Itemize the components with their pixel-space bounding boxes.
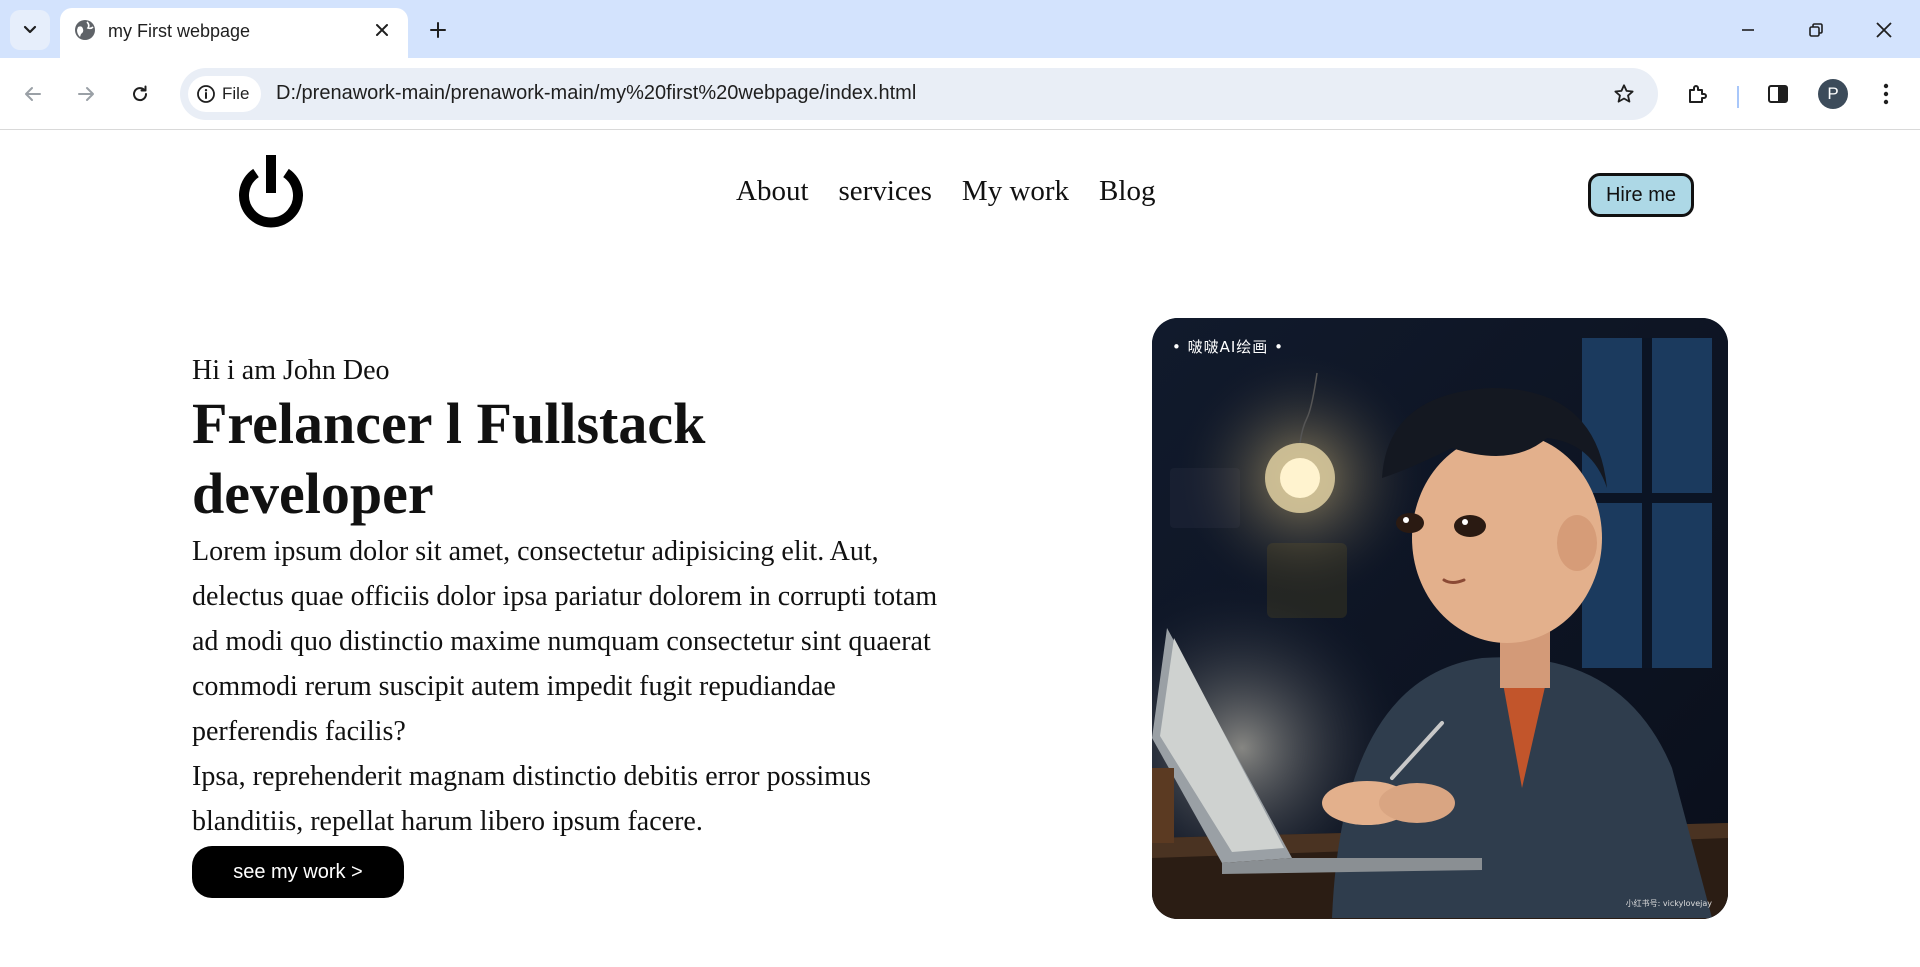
intro-paragraph-2: Ipsa, reprehenderit magnam distinctio de… (192, 761, 871, 837)
bookmark-button[interactable] (1604, 74, 1644, 114)
tab-title: my First webpage (108, 21, 251, 41)
nav-link-about[interactable]: About (736, 175, 809, 208)
see-my-work-button[interactable]: see my work > (192, 846, 404, 898)
nav-link-blog[interactable]: Blog (1099, 175, 1155, 208)
intro-paragraph: Lorem ipsum dolor sit amet, consectetur … (192, 536, 938, 747)
url-text[interactable]: D:/prenawork-main/prenawork-main/my%20fi… (276, 82, 916, 105)
more-vert-icon (1883, 83, 1889, 105)
nav-link-my-work[interactable]: My work (962, 175, 1069, 208)
minimize-button[interactable] (1726, 8, 1770, 52)
star-icon (1614, 84, 1634, 103)
restore-icon (1809, 23, 1823, 37)
image-watermark-credit: 小红书号: vickylovejay (1625, 899, 1712, 908)
restore-button[interactable] (1794, 8, 1838, 52)
tab-strip: my First webpage (0, 0, 1920, 58)
forward-button[interactable] (66, 74, 106, 114)
new-tab-button[interactable] (420, 12, 456, 48)
extensions-button[interactable] (1678, 74, 1718, 114)
power-icon (239, 155, 303, 228)
tab-close-button[interactable] (370, 18, 394, 42)
nav-link-services[interactable]: services (839, 175, 932, 208)
boy-at-laptop-illustration (1152, 318, 1728, 919)
back-arrow-icon (25, 87, 41, 101)
reload-button[interactable] (120, 74, 160, 114)
site-info-chip[interactable]: File (188, 76, 262, 112)
tab-search-icon (23, 25, 37, 34)
web-page: About services My work Blog Hire me Hi i… (0, 131, 1920, 967)
info-icon (197, 85, 215, 103)
profile-avatar[interactable]: P (1818, 79, 1848, 109)
back-button[interactable] (13, 74, 53, 114)
headline: Frelancer l Fullstack developer (192, 391, 706, 526)
side-panel-button[interactable] (1758, 74, 1798, 114)
minimize-icon (1742, 29, 1754, 31)
reload-icon (133, 85, 148, 102)
browser-toolbar: File D:/prenawork-main/prenawork-main/my… (0, 58, 1920, 130)
extensions-icon (1689, 85, 1707, 103)
main-nav: About services My work Blog (736, 175, 1155, 208)
greeting: Hi i am John Deo (192, 355, 390, 386)
address-bar[interactable]: File D:/prenawork-main/prenawork-main/my… (180, 68, 1658, 120)
tab-search-button[interactable] (10, 10, 50, 50)
hire-me-button[interactable]: Hire me (1588, 173, 1694, 217)
side-panel-icon (1768, 85, 1788, 103)
plus-icon (430, 22, 446, 38)
active-tab[interactable]: my First webpage (60, 8, 408, 58)
close-icon (376, 24, 388, 36)
toolbar-separator (1737, 86, 1739, 108)
window-close-button[interactable] (1862, 8, 1906, 52)
globe-icon (75, 20, 95, 40)
forward-arrow-icon (78, 87, 94, 101)
hero-text: Hi i am John Deo Frelancer l Fullstack d… (192, 353, 952, 898)
image-watermark: • 啵啵AI绘画 • (1172, 338, 1284, 356)
site-info-label: File (222, 84, 250, 103)
menu-button[interactable] (1866, 74, 1906, 114)
window-close-icon (1876, 22, 1892, 38)
hero-image: • 啵啵AI绘画 • 小红书号: vickylovejay (1152, 318, 1728, 919)
